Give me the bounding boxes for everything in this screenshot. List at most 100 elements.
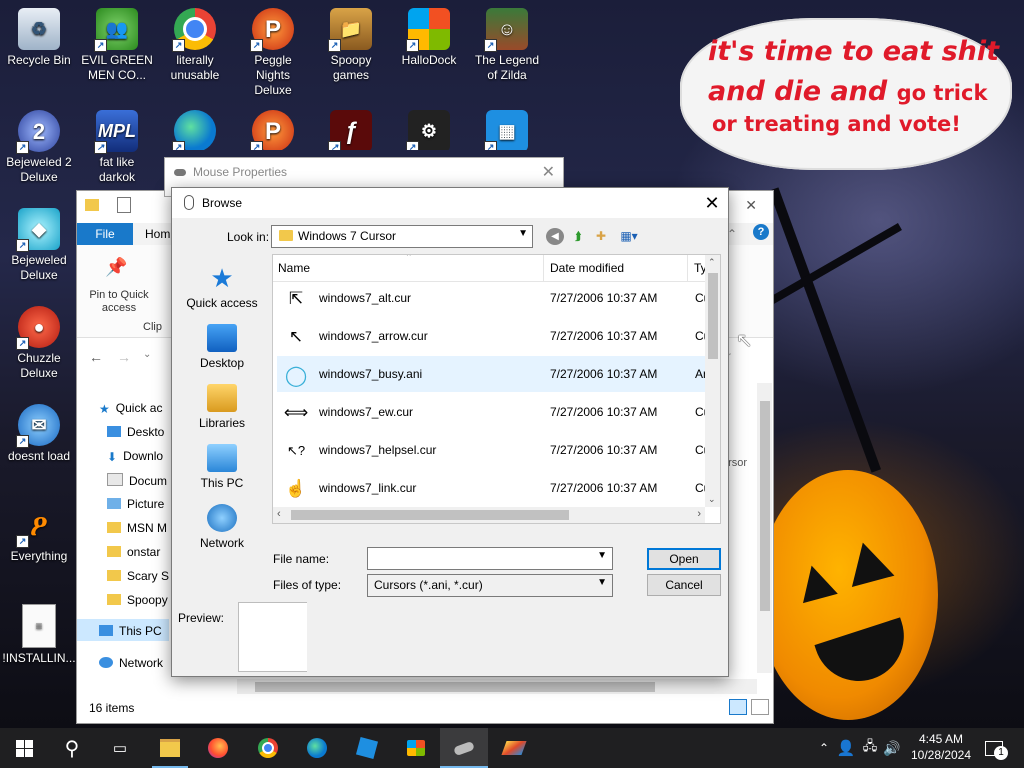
new-folder-icon[interactable]: ✚ xyxy=(592,228,610,245)
file-list[interactable]: Name ⌃ Date modified Ty ⇱ windows7_alt.c… xyxy=(272,254,721,524)
desktop-icon-edge[interactable]: ↗ xyxy=(158,110,232,150)
chrome-icon[interactable] xyxy=(256,736,280,760)
app-icon[interactable] xyxy=(501,736,527,760)
volume-icon[interactable]: 🔊 xyxy=(880,736,904,760)
desktop-icon-legend-of-zilda[interactable]: ☺ ↗ The Legend of Zilda xyxy=(470,8,544,83)
forward-arrow-icon[interactable]: → xyxy=(117,349,131,365)
desktop-icon-peggle[interactable]: P ↗ Peggle Nights Deluxe xyxy=(236,8,310,98)
notification-icon[interactable]: 1 xyxy=(982,736,1008,760)
desktop-icon-roblox-studio[interactable]: ▦ ↗ xyxy=(470,110,544,150)
place-network[interactable]: Network xyxy=(178,504,266,550)
file-name-input[interactable]: ▼ xyxy=(367,547,613,570)
ew-resize-cursor-icon: ⟺ xyxy=(283,403,309,422)
file-row[interactable]: ◯ windows7_busy.ani 7/27/2006 10:37 AM A… xyxy=(277,356,710,392)
chevron-up-icon[interactable]: ⌃ xyxy=(708,257,716,268)
back-arrow-icon[interactable]: ← xyxy=(89,349,103,365)
file-explorer-icon[interactable] xyxy=(158,736,182,760)
chevron-left-icon[interactable]: ‹ xyxy=(277,508,281,520)
desktop-icon-fat-like-darkok[interactable]: MPL ↗ fat like darkok xyxy=(80,110,154,185)
chevron-down-icon[interactable]: ▼ xyxy=(597,550,607,561)
place-libraries[interactable]: Libraries xyxy=(178,384,266,430)
desktop-icon-literally-unusable[interactable]: ↗ literally unusable xyxy=(158,8,232,83)
place-desktop[interactable]: Desktop xyxy=(178,324,266,370)
firefox-icon[interactable] xyxy=(206,736,230,760)
chevron-up-icon[interactable]: ⌃ xyxy=(812,736,836,760)
vertical-scrollbar[interactable]: ⌃ ⌄ xyxy=(705,255,720,507)
back-icon[interactable]: ◀ xyxy=(546,228,564,245)
desktop-icon-bejeweled-2[interactable]: 2 ↗ Bejeweled 2 Deluxe xyxy=(2,110,76,185)
people-icon[interactable]: 👤 xyxy=(834,736,858,760)
properties-icon[interactable] xyxy=(117,197,131,213)
view-menu-icon[interactable]: ▦▾ xyxy=(616,228,642,245)
open-button[interactable]: Open xyxy=(647,548,721,570)
nav-scary[interactable]: Scary S xyxy=(107,569,169,583)
close-button[interactable]: ✕ xyxy=(696,188,728,218)
pin-to-quick-access-button[interactable]: Pin to Quick access xyxy=(81,289,157,315)
windows-logo-icon xyxy=(15,739,33,757)
roblox-studio-icon[interactable] xyxy=(355,736,379,760)
large-icons-view-icon[interactable] xyxy=(751,699,769,715)
file-row[interactable]: ↖? windows7_helpsel.cur 7/27/2006 10:37 … xyxy=(277,432,710,468)
nav-pictures[interactable]: Picture xyxy=(107,497,164,511)
file-row[interactable]: ⇱ windows7_alt.cur 7/27/2006 10:37 AM Cu xyxy=(277,280,710,316)
desktop-icon-peggle-2[interactable]: P ↗ xyxy=(236,110,310,150)
explorer-horizontal-scrollbar[interactable] xyxy=(237,679,757,694)
close-icon[interactable]: ✕ xyxy=(542,162,555,182)
start-button[interactable] xyxy=(12,736,36,760)
clock[interactable]: 4:45 AM 10/28/2024 xyxy=(906,731,976,763)
task-view-icon[interactable]: ▭ xyxy=(108,736,132,760)
cancel-button[interactable]: Cancel xyxy=(647,574,721,596)
nav-quick-access[interactable]: ★ Quick ac xyxy=(99,401,162,416)
column-date-modified[interactable]: Date modified xyxy=(550,261,624,275)
nav-onstar[interactable]: onstar xyxy=(107,545,160,559)
nav-msn[interactable]: MSN M xyxy=(107,521,167,535)
network-icon xyxy=(207,504,237,532)
explorer-vertical-scrollbar[interactable] xyxy=(757,383,772,673)
desktop-icon-everything[interactable]: ዖ ↗ Everything xyxy=(2,504,76,564)
look-in-label: Look in: xyxy=(227,230,270,244)
desktop-icon-chuzzle[interactable]: ● ↗ Chuzzle Deluxe xyxy=(2,306,76,381)
tab-file[interactable]: File xyxy=(77,223,133,245)
search-icon[interactable]: ⚲ xyxy=(60,736,84,760)
desktop-icon-flash[interactable]: ƒ ↗ xyxy=(314,110,388,150)
file-row[interactable]: ⟺ windows7_ew.cur 7/27/2006 10:37 AM Cu xyxy=(277,394,711,430)
details-view-icon[interactable] xyxy=(729,699,747,715)
folder-icon xyxy=(85,199,99,211)
nav-network[interactable]: Network xyxy=(99,656,163,670)
folder-icon xyxy=(107,546,121,557)
store-icon[interactable] xyxy=(404,736,428,760)
tab-home[interactable]: Hom xyxy=(145,227,170,241)
desktop-icon-spoopy-games[interactable]: 📁 ↗ Spoopy games xyxy=(314,8,388,83)
help-icon[interactable]: ? xyxy=(753,224,769,240)
desktop-icon-recycle-bin[interactable]: ♻ Recycle Bin xyxy=(2,8,76,68)
nav-desktop[interactable]: Deskto xyxy=(107,425,164,439)
look-in-dropdown[interactable]: Windows 7 Cursor ▼ xyxy=(271,225,533,248)
chevron-down-icon[interactable]: ⌄ xyxy=(708,494,716,505)
place-quick-access[interactable]: ★ Quick access xyxy=(178,264,266,310)
nav-spoopy[interactable]: Spoopy xyxy=(107,593,168,607)
close-icon[interactable]: ✕ xyxy=(745,197,757,214)
files-of-type-dropdown[interactable]: Cursors (*.ani, *.cur) ▼ xyxy=(367,574,613,597)
chevron-down-icon: ▼ xyxy=(518,228,528,239)
chevron-down-icon[interactable]: ⌄ xyxy=(143,349,151,360)
column-name[interactable]: Name xyxy=(278,261,310,275)
place-this-pc[interactable]: This PC xyxy=(178,444,266,490)
desktop-icon-evil-green-men[interactable]: 👥 ↗ EVIL GREEN MEN CO... xyxy=(80,8,154,83)
up-folder-icon[interactable]: ⮭ xyxy=(569,228,587,245)
edge-icon: ↗ xyxy=(172,110,216,150)
nav-downloads[interactable]: ⬇ Downlo xyxy=(107,449,163,464)
chevron-right-icon[interactable]: › xyxy=(697,508,701,520)
edge-icon[interactable] xyxy=(305,736,329,760)
horizontal-scrollbar[interactable]: ‹ › xyxy=(273,507,705,523)
desktop-icon-bejeweled[interactable]: ◆ ↗ Bejeweled Deluxe xyxy=(2,208,76,283)
desktop-icon-settings-tool[interactable]: ⚙ ↗ xyxy=(392,110,466,150)
network-icon[interactable]: 🖧 xyxy=(858,736,882,760)
desktop-icon-installing[interactable]: ≡ !INSTALLIN... xyxy=(2,604,76,666)
nav-documents[interactable]: Docum xyxy=(107,473,167,488)
desktop-icon-doesnt-load[interactable]: ✉ ↗ doesnt load xyxy=(2,404,76,464)
file-row[interactable]: ↖ windows7_arrow.cur 7/27/2006 10:37 AM … xyxy=(277,318,710,354)
desktop-icon-hallodock[interactable]: ↗ HalloDock xyxy=(392,8,466,68)
mouse-icon[interactable] xyxy=(452,736,476,760)
file-row[interactable]: ☝ windows7_link.cur 7/27/2006 10:37 AM C… xyxy=(277,470,710,506)
nav-this-pc[interactable]: This PC xyxy=(99,624,162,638)
